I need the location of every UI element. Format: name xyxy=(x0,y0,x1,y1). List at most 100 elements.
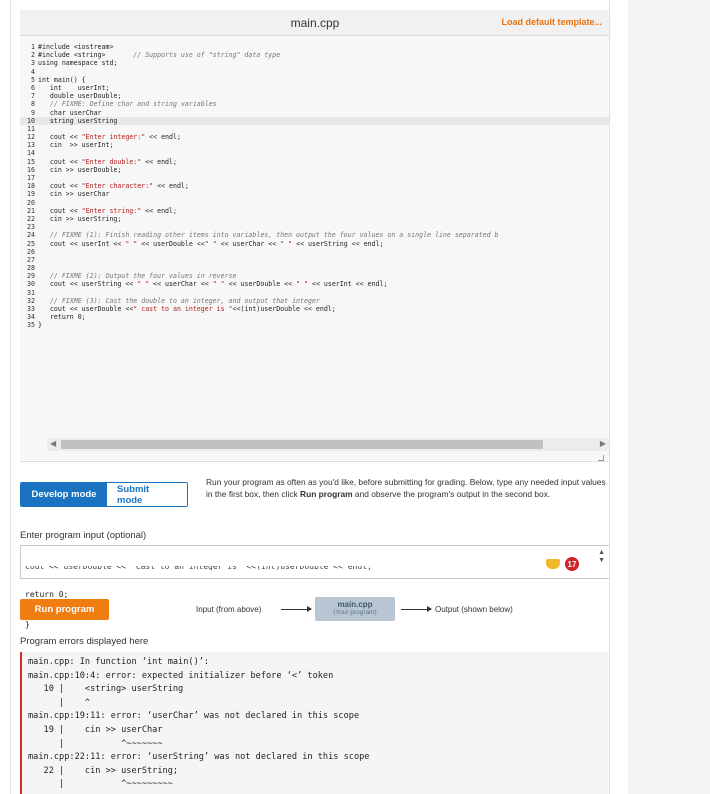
spinner-arrows-icon[interactable]: ▲ ▼ xyxy=(598,549,605,565)
code-editor[interactable]: 1 #include <iostream> 2 #include <string> /… xyxy=(20,36,609,460)
code-line[interactable]: 14 xyxy=(20,149,609,158)
code-line-text[interactable]: // FIXME (2): Output the four values in … xyxy=(38,272,237,280)
scroll-left-arrow-icon[interactable]: ◀ xyxy=(50,439,56,448)
line-number: 16 xyxy=(27,165,35,174)
code-line[interactable]: 27 xyxy=(20,256,609,264)
code-line[interactable]: 25 cout << userInt << " " << userDouble … xyxy=(20,239,609,248)
code-line[interactable]: 20 xyxy=(20,198,609,207)
code-line[interactable]: 22 cin >> userString; xyxy=(20,215,609,223)
extension-heart-icon[interactable] xyxy=(546,559,560,569)
run-program-button[interactable]: Run program xyxy=(20,599,109,620)
program-input-textarea[interactable]: cout << userDouble <<" cast to an intege… xyxy=(20,545,609,629)
code-line-text[interactable]: // FIXME (3): Cast the double to an inte… xyxy=(38,297,320,305)
code-line[interactable]: 23 xyxy=(20,223,609,231)
line-number: 18 xyxy=(27,182,35,191)
code-line-text[interactable]: int userInt; xyxy=(38,84,110,92)
line-number: 15 xyxy=(27,157,35,166)
code-line[interactable]: 13 cin >> userInt; xyxy=(20,141,609,150)
code-line[interactable]: 28 xyxy=(20,264,609,273)
line-number: 9 xyxy=(31,108,35,117)
code-line[interactable]: 6 int userInt; xyxy=(20,83,609,92)
code-line[interactable]: 10 string userString xyxy=(20,116,609,125)
line-number: 8 xyxy=(31,100,35,109)
code-line[interactable]: 35} xyxy=(20,321,609,329)
code-line-text[interactable]: #include <string> // Supports use of "st… xyxy=(38,51,280,59)
code-line-text[interactable]: // FIXME (1): Finish reading other items… xyxy=(38,231,499,239)
code-line[interactable]: 8 // FIXME: Define char and string varia… xyxy=(20,100,609,109)
submit-mode-button[interactable]: Submit mode xyxy=(107,483,187,506)
code-line[interactable]: 3 using namespace std; xyxy=(20,59,609,68)
line-number: 20 xyxy=(27,198,35,207)
line-number: 10 xyxy=(27,116,35,125)
code-line-text[interactable]: cout << "Enter integer:" << endl; xyxy=(38,133,181,141)
code-line[interactable]: 9 char userChar xyxy=(20,108,609,117)
code-line[interactable]: 33 cout << userDouble <<" cast to an int… xyxy=(20,305,609,313)
mode-description-text-end: and observe the program's output in the … xyxy=(352,489,551,499)
code-line-text[interactable]: cout << "Enter character:" << endl; xyxy=(38,182,189,190)
code-line-text[interactable]: cout << "Enter double:" << endl; xyxy=(38,158,177,166)
code-line[interactable]: 15 cout << "Enter double:" << endl; xyxy=(20,157,609,166)
line-number: 6 xyxy=(31,83,35,92)
develop-mode-button[interactable]: Develop mode xyxy=(21,483,107,506)
code-line-text[interactable]: int main() { xyxy=(38,76,86,84)
editor-horizontal-scrollbar[interactable]: ◀ ▶ xyxy=(47,438,609,451)
code-line[interactable]: 26 xyxy=(20,247,609,256)
code-line[interactable]: 12 cout << "Enter integer:" << endl; xyxy=(20,133,609,141)
code-line-text[interactable]: // FIXME: Define char and string variabl… xyxy=(38,100,217,108)
scrollbar-thumb[interactable] xyxy=(61,440,543,449)
code-line[interactable]: 7 double userDouble; xyxy=(20,92,609,101)
code-line[interactable]: 29 // FIXME (2): Output the four values … xyxy=(20,272,609,281)
code-line[interactable]: 19 cin >> userChar xyxy=(20,190,609,198)
input-line: } xyxy=(25,620,30,629)
code-line-text[interactable]: #include <iostream> xyxy=(38,43,113,51)
code-line-text[interactable]: } xyxy=(38,321,42,329)
code-line-text[interactable]: cin >> userDouble; xyxy=(38,166,121,174)
line-number: 28 xyxy=(27,264,35,273)
code-line-text[interactable]: cin >> userInt; xyxy=(38,141,114,149)
extension-badge[interactable]: 17 xyxy=(564,556,580,572)
code-lines[interactable]: 1 #include <iostream> 2 #include <string> /… xyxy=(20,43,609,330)
code-line[interactable]: 5 int main() { xyxy=(20,76,609,84)
code-line[interactable]: 11 xyxy=(20,125,609,133)
line-number: 14 xyxy=(27,149,35,158)
program-errors-output: main.cpp: In function ‘int main()’: main… xyxy=(20,652,609,794)
code-line[interactable]: 16 cin >> userDouble; xyxy=(20,165,609,174)
line-number: 7 xyxy=(31,92,35,101)
code-line[interactable]: 18 cout << "Enter character:" << endl; xyxy=(20,182,609,191)
line-number: 30 xyxy=(27,280,35,289)
load-default-template-link[interactable]: Load default template... xyxy=(501,17,602,27)
line-number: 17 xyxy=(27,174,35,182)
code-line-text[interactable]: char userChar xyxy=(38,109,102,117)
code-line-text[interactable]: cin >> userString; xyxy=(38,215,121,223)
line-number: 3 xyxy=(31,59,35,68)
code-line[interactable]: 21 cout << "Enter string:" << endl; xyxy=(20,206,609,215)
code-line[interactable]: 4 xyxy=(20,68,609,76)
line-number: 13 xyxy=(27,141,35,150)
code-line-text[interactable]: cout << userInt << " " << userDouble <<"… xyxy=(38,240,384,248)
line-number: 32 xyxy=(27,296,35,305)
code-line-text[interactable]: cin >> userChar xyxy=(38,190,110,198)
code-line-text[interactable]: double userDouble; xyxy=(38,92,121,100)
code-line[interactable]: 2 #include <string> // Supports use of "s… xyxy=(20,51,609,59)
scroll-right-arrow-icon[interactable]: ▶ xyxy=(600,439,606,448)
program-flow-box: main.cpp (Your program) xyxy=(315,597,395,621)
line-number: 26 xyxy=(27,247,35,256)
right-sidebar xyxy=(628,0,710,794)
code-line-text[interactable]: string userString xyxy=(38,117,118,125)
code-line-text[interactable]: cout << userString << " " << userChar <<… xyxy=(38,280,388,288)
code-line[interactable]: 31 xyxy=(20,289,609,297)
code-line-text[interactable]: return 0; xyxy=(38,313,86,321)
code-line[interactable]: 1 #include <iostream> xyxy=(20,43,609,51)
code-line-text[interactable]: cout << userDouble <<" cast to an intege… xyxy=(38,305,336,313)
code-line-text[interactable]: using namespace std; xyxy=(38,59,117,67)
code-line[interactable]: 30 cout << userString << " " << userChar… xyxy=(20,280,609,289)
code-line-text[interactable]: cout << "Enter string:" << endl; xyxy=(38,207,177,215)
code-line[interactable]: 32 // FIXME (3): Cast the double to an i… xyxy=(20,296,609,305)
code-line[interactable]: 24 // FIXME (1): Finish reading other it… xyxy=(20,231,609,239)
line-number: 21 xyxy=(27,206,35,215)
code-line[interactable]: 34 return 0; xyxy=(20,313,609,321)
code-line[interactable]: 17 xyxy=(20,174,609,182)
line-number: 29 xyxy=(27,272,35,281)
line-number: 25 xyxy=(27,239,35,248)
input-clipped-line: cout << userDouble <<" cast to an intege… xyxy=(25,566,372,570)
